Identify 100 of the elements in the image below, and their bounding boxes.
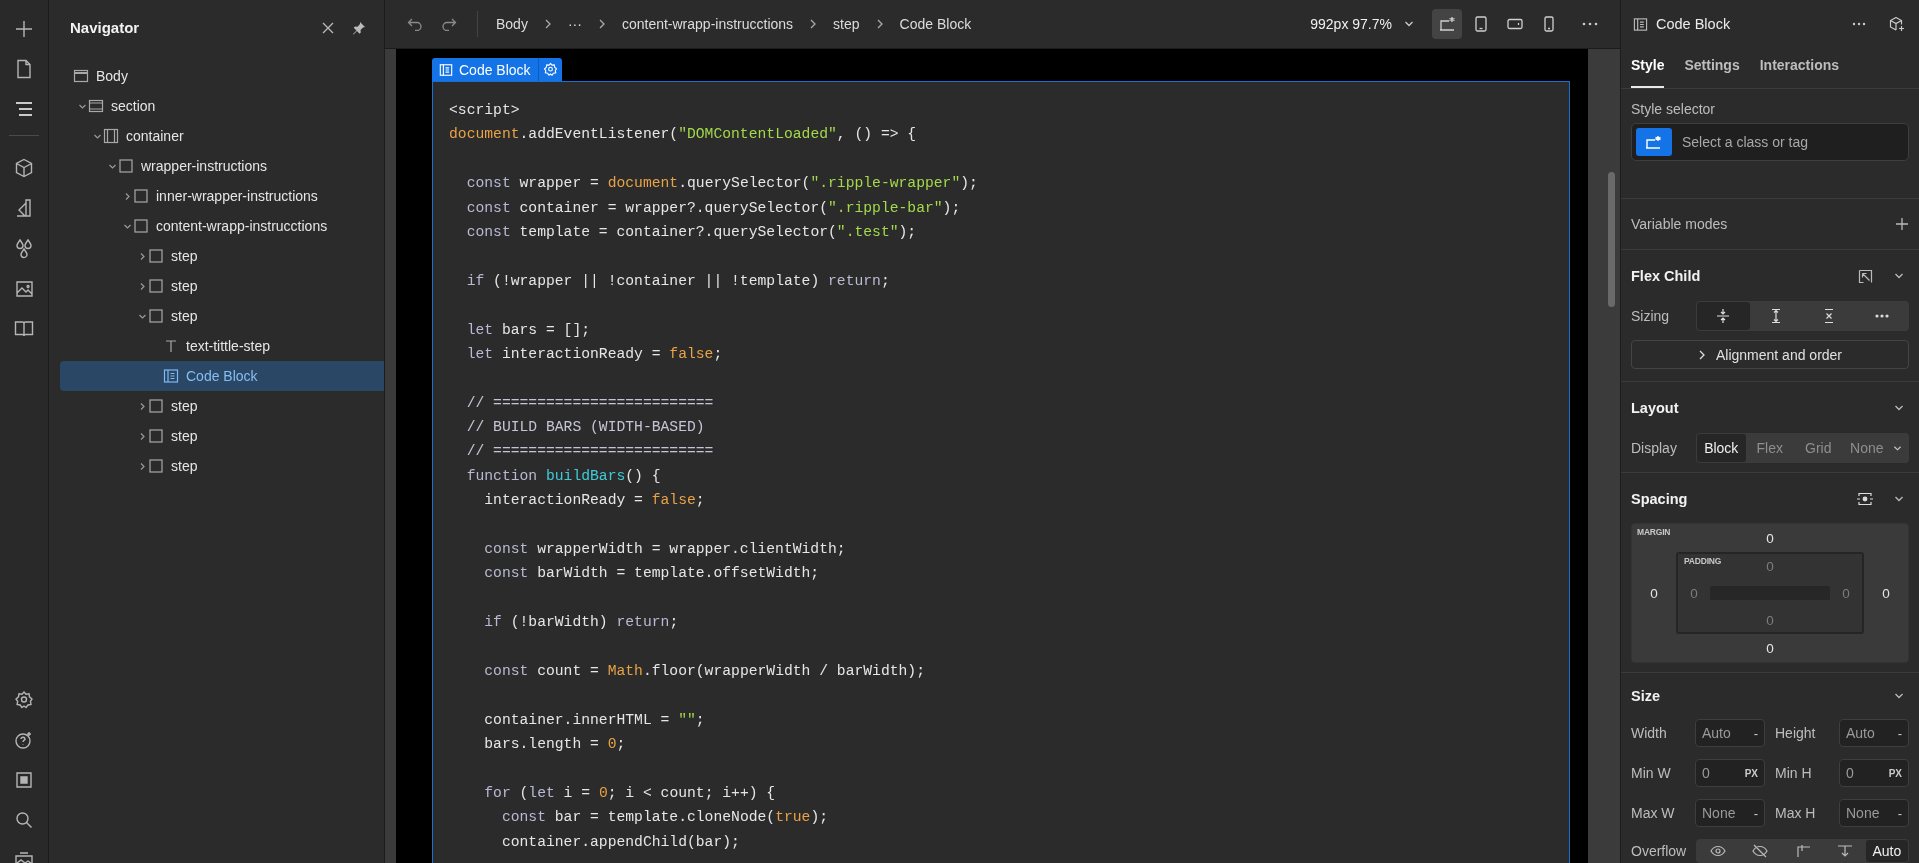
alignment-button[interactable]: Alignment and order — [1631, 340, 1909, 369]
eye-off-icon[interactable] — [1752, 844, 1769, 858]
chevron-icon — [597, 19, 606, 29]
code-line: container.innerHTML = ""; — [483, 710, 706, 730]
code-line: bars.length = 0; — [483, 735, 627, 755]
size-field[interactable]: 0 PX — [1839, 759, 1909, 787]
breadcrumb-link[interactable]: Body — [490, 12, 534, 36]
chevron-icon[interactable] — [138, 401, 147, 411]
code-line: const barWidth = template.offsetWidth; — [483, 564, 821, 584]
size-field[interactable]: 0 PX — [1695, 759, 1765, 787]
code-line: function buildBars() { — [465, 466, 662, 486]
close-icon[interactable] — [322, 21, 334, 34]
class-selector-field[interactable]: Select a class or tag — [1631, 123, 1909, 161]
code-icon — [163, 368, 179, 384]
tree-item[interactable]: step — [60, 301, 384, 331]
property-label: Overflow — [1631, 843, 1688, 859]
section-label: Variable modes — [1631, 216, 1728, 232]
panel-tab[interactable]: Settings — [1684, 48, 1740, 88]
square-icon — [133, 188, 149, 204]
code-line: if (!barWidth) return; — [483, 613, 680, 633]
settings-icon[interactable] — [537, 58, 562, 81]
desktop-icon[interactable] — [1438, 15, 1456, 33]
tree-item[interactable]: Code Block — [60, 361, 384, 391]
shrink-icon[interactable] — [1715, 308, 1732, 324]
settings-icon[interactable] — [14, 690, 34, 710]
auto-button[interactable]: Auto — [1865, 840, 1908, 862]
size-field[interactable]: None - — [1695, 799, 1765, 827]
tree-item[interactable]: step — [60, 451, 384, 481]
chevron-icon[interactable] — [138, 251, 147, 261]
breadcrumb-link[interactable]: Code Block — [893, 12, 978, 36]
chevron-icon[interactable] — [138, 431, 147, 441]
shrink-button[interactable] — [1697, 302, 1750, 330]
code-line: document.addEventListener("DOMContentLoaded", () => { — [449, 125, 918, 145]
container-icon — [103, 128, 119, 144]
plus-icon[interactable] — [13, 18, 35, 40]
code-line: <script> — [449, 101, 521, 120]
breadcrumb-link[interactable]: content-wrapp-instrucctions — [615, 12, 800, 36]
drops-icon[interactable] — [13, 237, 35, 259]
desktop-breakpoint-button[interactable] — [1432, 9, 1462, 39]
panel-tab[interactable]: Interactions — [1759, 48, 1840, 88]
tree-item[interactable]: step — [60, 271, 384, 301]
code-line: // ========================= — [465, 393, 715, 413]
box-label: PADDING — [1684, 556, 1722, 566]
tree-item[interactable]: step — [60, 421, 384, 451]
chevron-icon — [1697, 349, 1706, 360]
code-line: for (let i = 0; i < count; i++) { — [483, 783, 777, 803]
add-icon[interactable] — [1895, 217, 1909, 231]
pin-icon[interactable] — [352, 20, 366, 35]
size-field[interactable]: Auto - — [1839, 719, 1909, 747]
tree-item[interactable]: step — [60, 241, 384, 271]
square-icon — [133, 218, 149, 234]
tablet-icon[interactable] — [1472, 15, 1490, 33]
panel-tab[interactable]: Style — [1631, 48, 1665, 88]
code-line: let bars = []; — [465, 320, 592, 340]
property-label: Width — [1631, 725, 1668, 741]
size-field[interactable]: None - — [1839, 799, 1909, 827]
square-icon[interactable] — [14, 770, 34, 790]
margin-value[interactable]: 0 — [1676, 634, 1864, 662]
code-line: const bar = template.cloneNode(true); — [500, 808, 830, 828]
code-line: interactionReady = false; — [483, 491, 706, 511]
scrollbar[interactable] — [1608, 172, 1615, 307]
tree-item[interactable]: inner-wrapper-instructions — [60, 181, 384, 211]
code-line: // ========================= — [465, 442, 715, 462]
section-title: Flex Child — [1631, 268, 1702, 284]
field-label: Style selector — [1631, 101, 1717, 117]
margin-value[interactable]: 0 — [1676, 524, 1864, 552]
help-icon[interactable] — [14, 730, 34, 750]
chevron-icon[interactable] — [1893, 444, 1902, 452]
chevron-icon[interactable] — [138, 461, 147, 471]
clip-icon[interactable] — [1836, 844, 1853, 858]
cube-icon[interactable] — [13, 157, 35, 179]
chevron-icon[interactable] — [123, 191, 132, 201]
breadcrumb-link[interactable]: step — [827, 12, 866, 36]
breadcrumb-link[interactable]: ··· — [561, 12, 588, 36]
tree-item[interactable]: content-wrapp-instrucctions — [60, 211, 384, 241]
scroll-icon[interactable] — [1794, 844, 1811, 858]
tree-item[interactable]: step — [60, 391, 384, 421]
margin-value[interactable]: 0 — [1632, 552, 1676, 634]
chevron-icon[interactable] — [138, 281, 147, 291]
tree-item[interactable]: wrapper-instructions — [60, 151, 384, 181]
section-icon — [88, 98, 104, 114]
square-icon — [148, 278, 164, 294]
code-line: const template = container?.querySelector(".test"); — [465, 222, 918, 242]
code-line: container.appendChild(bar); — [500, 832, 741, 852]
tree-item[interactable]: container — [60, 121, 384, 151]
code-line: const count = Math.floor(wrapperWidth / barWidth); — [483, 662, 926, 681]
square-icon — [118, 158, 134, 174]
chevron-icon[interactable] — [1404, 20, 1414, 28]
search-icon[interactable] — [14, 810, 34, 830]
tree-item[interactable]: Body — [60, 61, 384, 91]
tree-item[interactable]: section — [60, 91, 384, 121]
viewport-dropdown[interactable]: 992px 97.7% — [1310, 16, 1414, 32]
size-field[interactable]: Auto - — [1695, 719, 1765, 747]
chevron-icon — [809, 19, 818, 29]
margin-value[interactable]: 0 — [1864, 552, 1908, 634]
display-option[interactable]: Block — [1697, 434, 1746, 462]
code-icon — [439, 62, 453, 77]
tree-item[interactable]: text-tittle-step — [60, 331, 384, 361]
property-label: Max W — [1631, 805, 1676, 821]
eye-icon[interactable] — [1710, 844, 1727, 858]
